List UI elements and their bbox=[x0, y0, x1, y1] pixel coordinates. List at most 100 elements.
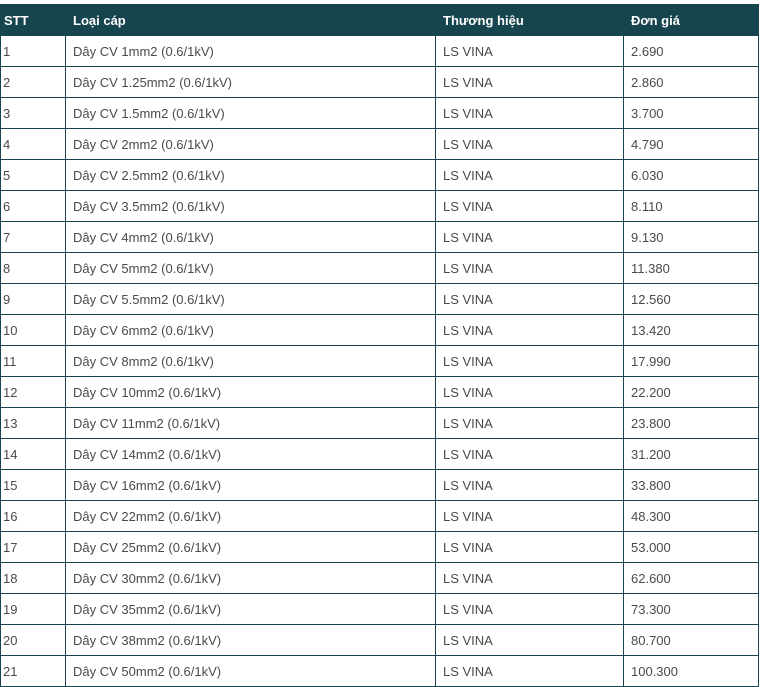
cell-brand: LS VINA bbox=[435, 593, 624, 625]
table-row: 10 Dây CV 6mm2 (0.6/1kV) LS VINA 13.420 bbox=[0, 314, 759, 346]
header-stt: STT bbox=[0, 4, 66, 36]
cell-stt: 10 bbox=[0, 314, 66, 346]
cell-stt: 20 bbox=[0, 624, 66, 656]
cell-cable-type: Dây CV 2.5mm2 (0.6/1kV) bbox=[65, 159, 436, 191]
table-row: 15 Dây CV 16mm2 (0.6/1kV) LS VINA 33.800 bbox=[0, 469, 759, 501]
cell-unit-price: 62.600 bbox=[623, 562, 759, 594]
cell-unit-price: 2.860 bbox=[623, 66, 759, 98]
cell-brand: LS VINA bbox=[435, 221, 624, 253]
cell-unit-price: 6.030 bbox=[623, 159, 759, 191]
cell-stt: 15 bbox=[0, 469, 66, 501]
cell-unit-price: 11.380 bbox=[623, 252, 759, 284]
cell-brand: LS VINA bbox=[435, 438, 624, 470]
table-row: 14 Dây CV 14mm2 (0.6/1kV) LS VINA 31.200 bbox=[0, 438, 759, 470]
cell-stt: 11 bbox=[0, 345, 66, 377]
cell-stt: 13 bbox=[0, 407, 66, 439]
cell-cable-type: Dây CV 30mm2 (0.6/1kV) bbox=[65, 562, 436, 594]
cell-brand: LS VINA bbox=[435, 345, 624, 377]
cell-stt: 6 bbox=[0, 190, 66, 222]
cell-unit-price: 80.700 bbox=[623, 624, 759, 656]
cell-cable-type: Dây CV 10mm2 (0.6/1kV) bbox=[65, 376, 436, 408]
cell-stt: 4 bbox=[0, 128, 66, 160]
cell-cable-type: Dây CV 3.5mm2 (0.6/1kV) bbox=[65, 190, 436, 222]
table-row: 4 Dây CV 2mm2 (0.6/1kV) LS VINA 4.790 bbox=[0, 128, 759, 160]
cell-brand: LS VINA bbox=[435, 66, 624, 98]
cell-brand: LS VINA bbox=[435, 252, 624, 284]
table-row: 19 Dây CV 35mm2 (0.6/1kV) LS VINA 73.300 bbox=[0, 593, 759, 625]
cell-unit-price: 4.790 bbox=[623, 128, 759, 160]
cell-stt: 17 bbox=[0, 531, 66, 563]
table-row: 11 Dây CV 8mm2 (0.6/1kV) LS VINA 17.990 bbox=[0, 345, 759, 377]
cell-unit-price: 13.420 bbox=[623, 314, 759, 346]
cell-cable-type: Dây CV 1mm2 (0.6/1kV) bbox=[65, 35, 436, 67]
cell-stt: 12 bbox=[0, 376, 66, 408]
cell-unit-price: 31.200 bbox=[623, 438, 759, 470]
cell-stt: 2 bbox=[0, 66, 66, 98]
cell-unit-price: 22.200 bbox=[623, 376, 759, 408]
cell-unit-price: 8.110 bbox=[623, 190, 759, 222]
cell-stt: 9 bbox=[0, 283, 66, 315]
cell-stt: 19 bbox=[0, 593, 66, 625]
table-row: 3 Dây CV 1.5mm2 (0.6/1kV) LS VINA 3.700 bbox=[0, 97, 759, 129]
table-row: 8 Dây CV 5mm2 (0.6/1kV) LS VINA 11.380 bbox=[0, 252, 759, 284]
cell-brand: LS VINA bbox=[435, 500, 624, 532]
table-row: 9 Dây CV 5.5mm2 (0.6/1kV) LS VINA 12.560 bbox=[0, 283, 759, 315]
cell-brand: LS VINA bbox=[435, 562, 624, 594]
table-row: 6 Dây CV 3.5mm2 (0.6/1kV) LS VINA 8.110 bbox=[0, 190, 759, 222]
header-cable-type: Loại cáp bbox=[65, 4, 436, 36]
cell-brand: LS VINA bbox=[435, 128, 624, 160]
cell-cable-type: Dây CV 5.5mm2 (0.6/1kV) bbox=[65, 283, 436, 315]
table-row: 17 Dây CV 25mm2 (0.6/1kV) LS VINA 53.000 bbox=[0, 531, 759, 563]
cell-cable-type: Dây CV 22mm2 (0.6/1kV) bbox=[65, 500, 436, 532]
cell-cable-type: Dây CV 14mm2 (0.6/1kV) bbox=[65, 438, 436, 470]
cell-cable-type: Dây CV 2mm2 (0.6/1kV) bbox=[65, 128, 436, 160]
cell-stt: 8 bbox=[0, 252, 66, 284]
table-row: 12 Dây CV 10mm2 (0.6/1kV) LS VINA 22.200 bbox=[0, 376, 759, 408]
cell-cable-type: Dây CV 25mm2 (0.6/1kV) bbox=[65, 531, 436, 563]
table-row: 2 Dây CV 1.25mm2 (0.6/1kV) LS VINA 2.860 bbox=[0, 66, 759, 98]
cell-brand: LS VINA bbox=[435, 190, 624, 222]
cell-cable-type: Dây CV 1.25mm2 (0.6/1kV) bbox=[65, 66, 436, 98]
cell-brand: LS VINA bbox=[435, 35, 624, 67]
cell-cable-type: Dây CV 4mm2 (0.6/1kV) bbox=[65, 221, 436, 253]
table-row: 1 Dây CV 1mm2 (0.6/1kV) LS VINA 2.690 bbox=[0, 35, 759, 67]
table-row: 7 Dây CV 4mm2 (0.6/1kV) LS VINA 9.130 bbox=[0, 221, 759, 253]
table-body: 1 Dây CV 1mm2 (0.6/1kV) LS VINA 2.690 2 Dây C… bbox=[0, 35, 759, 687]
cell-cable-type: Dây CV 16mm2 (0.6/1kV) bbox=[65, 469, 436, 501]
cell-brand: LS VINA bbox=[435, 314, 624, 346]
table-row: 20 Dây CV 38mm2 (0.6/1kV) LS VINA 80.700 bbox=[0, 624, 759, 656]
cell-unit-price: 17.990 bbox=[623, 345, 759, 377]
table-row: 13 Dây CV 11mm2 (0.6/1kV) LS VINA 23.800 bbox=[0, 407, 759, 439]
cell-cable-type: Dây CV 35mm2 (0.6/1kV) bbox=[65, 593, 436, 625]
cell-brand: LS VINA bbox=[435, 97, 624, 129]
cell-brand: LS VINA bbox=[435, 407, 624, 439]
cell-stt: 1 bbox=[0, 35, 66, 67]
cell-cable-type: Dây CV 6mm2 (0.6/1kV) bbox=[65, 314, 436, 346]
price-table-container: STT Loại cáp Thương hiệu Đơn giá 1 Dây CV… bbox=[0, 4, 759, 687]
table-row: 5 Dây CV 2.5mm2 (0.6/1kV) LS VINA 6.030 bbox=[0, 159, 759, 191]
cell-stt: 18 bbox=[0, 562, 66, 594]
cell-brand: LS VINA bbox=[435, 469, 624, 501]
header-unit-price: Đơn giá bbox=[623, 4, 759, 36]
cell-unit-price: 48.300 bbox=[623, 500, 759, 532]
cell-unit-price: 12.560 bbox=[623, 283, 759, 315]
table-row: 16 Dây CV 22mm2 (0.6/1kV) LS VINA 48.300 bbox=[0, 500, 759, 532]
cell-stt: 7 bbox=[0, 221, 66, 253]
header-row: STT Loại cáp Thương hiệu Đơn giá bbox=[0, 4, 759, 36]
table-row: 18 Dây CV 30mm2 (0.6/1kV) LS VINA 62.600 bbox=[0, 562, 759, 594]
cell-unit-price: 23.800 bbox=[623, 407, 759, 439]
cell-cable-type: Dây CV 1.5mm2 (0.6/1kV) bbox=[65, 97, 436, 129]
cell-unit-price: 9.130 bbox=[623, 221, 759, 253]
cell-unit-price: 33.800 bbox=[623, 469, 759, 501]
price-table: STT Loại cáp Thương hiệu Đơn giá 1 Dây CV… bbox=[0, 4, 759, 687]
cell-cable-type: Dây CV 38mm2 (0.6/1kV) bbox=[65, 624, 436, 656]
cell-unit-price: 73.300 bbox=[623, 593, 759, 625]
cell-stt: 3 bbox=[0, 97, 66, 129]
cell-unit-price: 3.700 bbox=[623, 97, 759, 129]
header-brand: Thương hiệu bbox=[435, 4, 624, 36]
cell-stt: 16 bbox=[0, 500, 66, 532]
cell-brand: LS VINA bbox=[435, 531, 624, 563]
cell-brand: LS VINA bbox=[435, 376, 624, 408]
cell-brand: LS VINA bbox=[435, 283, 624, 315]
cell-stt: 14 bbox=[0, 438, 66, 470]
